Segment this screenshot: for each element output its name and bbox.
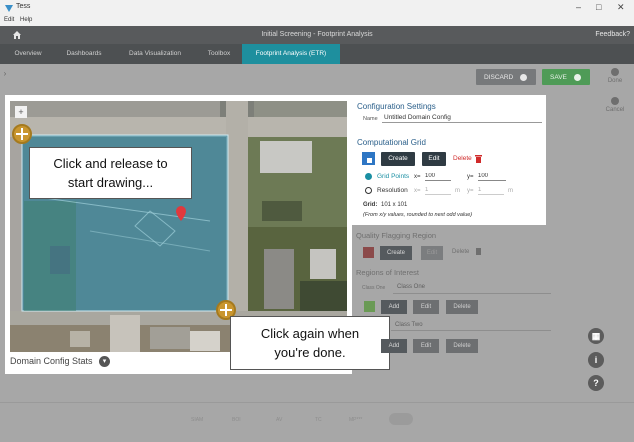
save-button[interactable]: SAVE — [542, 69, 590, 85]
done-button[interactable]: Done — [600, 68, 630, 84]
grid-delete-button[interactable]: Delete — [453, 155, 472, 162]
menu-help[interactable]: Help — [20, 17, 32, 23]
menubar: Edit Help — [0, 16, 634, 26]
callout-end-line-1: Click again when — [260, 326, 360, 341]
configuration-settings-title: Configuration Settings — [357, 102, 436, 111]
res-x-label: x= — [414, 188, 421, 194]
grid-y-input[interactable] — [478, 172, 506, 181]
bottom-item-siam[interactable]: SIAM — [191, 417, 203, 423]
window-title: Tess — [16, 3, 31, 10]
window-titlebar: Tess – □ ✕ — [0, 0, 634, 16]
grid-summary-note: (From x/y values, rounded to next odd va… — [363, 212, 473, 218]
class-one-swatch[interactable] — [364, 301, 375, 312]
regions-of-interest-title: Regions of Interest — [356, 268, 419, 277]
grid-summary-label: Grid: — [363, 202, 378, 208]
resolution-radio[interactable] — [365, 187, 372, 194]
class-two-field[interactable]: Class Two — [395, 322, 423, 328]
computational-grid-title: Computational Grid — [357, 138, 426, 147]
app-logo-icon — [5, 5, 13, 12]
cancel-label: Cancel — [605, 107, 625, 113]
quality-color-swatch[interactable] — [363, 247, 374, 258]
res-x-unit: m — [455, 188, 460, 194]
class-one-edit-button[interactable]: Edit — [413, 300, 439, 314]
quality-trash-icon[interactable] — [476, 248, 481, 255]
quality-create-button[interactable]: Create — [380, 246, 412, 260]
discard-button[interactable]: DISCARD — [476, 69, 536, 85]
map-view[interactable]: + — [10, 101, 347, 352]
tab-data-visualization[interactable]: Data Visualization — [114, 44, 196, 64]
bottom-item-av[interactable]: AV — [276, 417, 282, 423]
res-y-input[interactable] — [478, 186, 504, 195]
res-y-unit: m — [508, 188, 513, 194]
done-icon — [611, 68, 619, 76]
cancel-icon — [611, 97, 619, 105]
cancel-button[interactable]: Cancel — [600, 97, 630, 113]
grid-view-icon[interactable]: ▦ — [588, 328, 604, 344]
discard-label: DISCARD — [484, 74, 514, 81]
grid-x-input[interactable] — [425, 172, 451, 181]
app-header: Initial Screening - Footprint Analysis F… — [0, 26, 634, 44]
grid-summary-value: 101 x 101 — [381, 202, 408, 208]
grid-edit-button[interactable]: Edit — [422, 152, 446, 166]
name-label: Name — [363, 116, 378, 122]
grid-color-swatch[interactable] — [362, 152, 375, 165]
quality-flagging-title: Quality Flagging Region — [356, 231, 437, 240]
chevron-down-icon[interactable]: ▾ — [99, 356, 110, 367]
tab-bar: Overview Dashboards Data Visualization T… — [0, 44, 634, 64]
start-vertex-marker — [12, 124, 32, 144]
class-two-add-button[interactable]: Add — [381, 339, 407, 353]
start-drawing-callout: Click and release to start drawing... — [29, 147, 192, 199]
minimize-icon[interactable]: – — [576, 2, 581, 12]
bottom-item-boi[interactable]: BOI — [232, 417, 241, 423]
save-label: SAVE — [550, 74, 567, 81]
bottom-toggle[interactable] — [389, 413, 413, 425]
finish-drawing-callout: Click again when you're done. — [230, 316, 390, 370]
grid-points-radio[interactable] — [365, 173, 372, 180]
bottom-divider — [0, 402, 634, 403]
grid-y-label: y= — [467, 174, 474, 180]
class-two-edit-button[interactable]: Edit — [413, 339, 439, 353]
tab-toolbox[interactable]: Toolbox — [196, 44, 242, 64]
zoom-in-icon[interactable]: + — [15, 106, 27, 118]
page-title: Initial Screening - Footprint Analysis — [261, 31, 373, 38]
menu-edit[interactable]: Edit — [4, 17, 14, 23]
feedback-link[interactable]: Feedback? — [595, 31, 630, 38]
grid-points-label: Grid Points — [377, 173, 410, 180]
maximize-icon[interactable]: □ — [596, 2, 601, 12]
help-icon[interactable]: ? — [588, 375, 604, 391]
class-one-delete-button[interactable]: Delete — [446, 300, 478, 314]
class-two-delete-button[interactable]: Delete — [446, 339, 478, 353]
close-icon[interactable]: ✕ — [617, 2, 625, 13]
bottom-item-tc[interactable]: TC — [315, 417, 322, 423]
quality-delete-button[interactable]: Delete — [452, 249, 469, 255]
class-one-add-button[interactable]: Add — [381, 300, 407, 314]
done-label: Done — [607, 78, 623, 84]
name-field[interactable] — [382, 112, 542, 123]
callout-start-line-2: start drawing... — [67, 175, 154, 190]
save-check-icon — [574, 74, 581, 81]
tab-dashboards[interactable]: Dashboards — [56, 44, 112, 64]
class-one-label: Class One — [362, 285, 386, 291]
domain-config-stats-label[interactable]: Domain Config Stats — [10, 356, 93, 366]
res-x-input[interactable] — [425, 186, 451, 195]
bottom-item-mp[interactable]: MP*** — [349, 417, 362, 423]
class-one-underline — [393, 293, 551, 294]
tab-footprint-analysis[interactable]: Footprint Analysis (ETR) — [242, 44, 340, 64]
grid-x-label: x= — [414, 174, 421, 180]
expand-panel-icon[interactable]: › — [0, 64, 10, 84]
grid-create-button[interactable]: Create — [381, 152, 415, 166]
class-two-underline — [391, 330, 551, 331]
info-icon[interactable]: i — [588, 352, 604, 368]
aerial-map-image — [10, 101, 347, 352]
class-one-field[interactable]: Class One — [397, 284, 425, 290]
res-y-label: y= — [467, 188, 474, 194]
discard-x-icon — [520, 74, 527, 81]
quality-edit-button[interactable]: Edit — [421, 246, 443, 260]
trash-icon[interactable] — [475, 154, 482, 163]
callout-end-line-2: you're done. — [274, 345, 346, 360]
resolution-label: Resolution — [377, 187, 408, 194]
callout-start-line-1: Click and release to — [53, 156, 168, 171]
tab-overview[interactable]: Overview — [0, 44, 56, 64]
